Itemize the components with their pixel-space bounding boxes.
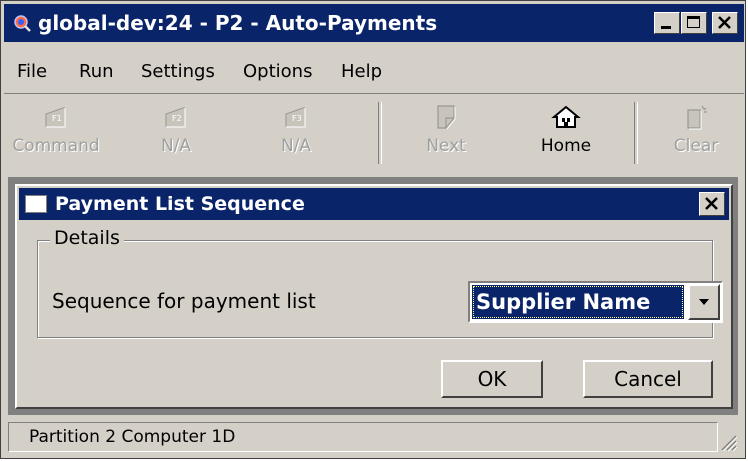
maximize-icon	[687, 16, 700, 28]
toolbar: F1 Command F2 N/A F3 N/A Next Home Clear	[4, 93, 744, 176]
f3-key-icon: F3	[285, 107, 306, 128]
home-icon	[551, 105, 581, 128]
f2-key-icon: F2	[165, 107, 186, 128]
chevron-down-icon	[699, 299, 709, 305]
sequence-label: Sequence for payment list	[52, 289, 316, 313]
svg-text:F2: F2	[172, 114, 182, 123]
menu-file[interactable]: File	[17, 61, 47, 82]
resize-grip-icon[interactable]	[716, 430, 738, 452]
svg-text:F3: F3	[292, 114, 302, 123]
f1-key-icon: F1	[45, 107, 66, 128]
title-bar[interactable]: global-dev:24 - P2 - Auto-Payments	[4, 4, 744, 42]
main-window: global-dev:24 - P2 - Auto-Payments File …	[0, 0, 746, 459]
status-text: Partition 2 Computer 1D	[29, 427, 236, 447]
details-group: Details Sequence for payment list Suppli…	[37, 227, 723, 338]
f3-button[interactable]: F3 N/A	[248, 104, 344, 168]
status-panel: Partition 2 Computer 1D	[8, 422, 718, 452]
close-icon	[705, 197, 718, 210]
app-icon	[14, 15, 31, 32]
toolbar-separator	[634, 102, 638, 164]
toolbar-separator	[378, 102, 382, 164]
ok-button[interactable]: OK	[441, 360, 543, 398]
sequence-dropdown[interactable]: Supplier Name	[468, 281, 723, 323]
dropdown-button[interactable]	[688, 284, 720, 320]
status-bar: Partition 2 Computer 1D	[8, 422, 738, 452]
next-page-icon	[437, 105, 456, 130]
group-title: Details	[50, 227, 124, 249]
next-button[interactable]: Next	[398, 104, 494, 168]
clear-icon	[687, 105, 707, 130]
dialog-close-button[interactable]	[699, 192, 725, 216]
f2-button[interactable]: F2 N/A	[128, 104, 224, 168]
dialog-title: Payment List Sequence	[55, 193, 305, 215]
minimize-icon	[661, 26, 671, 29]
menu-run[interactable]: Run	[79, 61, 114, 82]
command-button[interactable]: F1 Command	[8, 104, 104, 168]
sequence-value: Supplier Name	[472, 285, 684, 319]
menu-options[interactable]: Options	[243, 61, 312, 82]
cancel-button[interactable]: Cancel	[583, 360, 713, 398]
payment-list-sequence-dialog: Payment List Sequence Details Sequence f…	[15, 184, 733, 409]
window-title: global-dev:24 - P2 - Auto-Payments	[38, 11, 438, 35]
dialog-window-icon	[25, 195, 47, 213]
minimize-button[interactable]	[654, 12, 680, 34]
dialog-title-bar[interactable]: Payment List Sequence	[19, 188, 729, 220]
svg-text:F1: F1	[52, 114, 62, 123]
home-button[interactable]: Home	[518, 104, 614, 168]
close-icon	[718, 16, 731, 29]
clear-button[interactable]: Clear	[648, 104, 744, 168]
menu-help[interactable]: Help	[341, 61, 382, 82]
maximize-button[interactable]	[681, 12, 707, 34]
close-button[interactable]	[712, 12, 738, 34]
menu-settings[interactable]: Settings	[141, 61, 215, 82]
